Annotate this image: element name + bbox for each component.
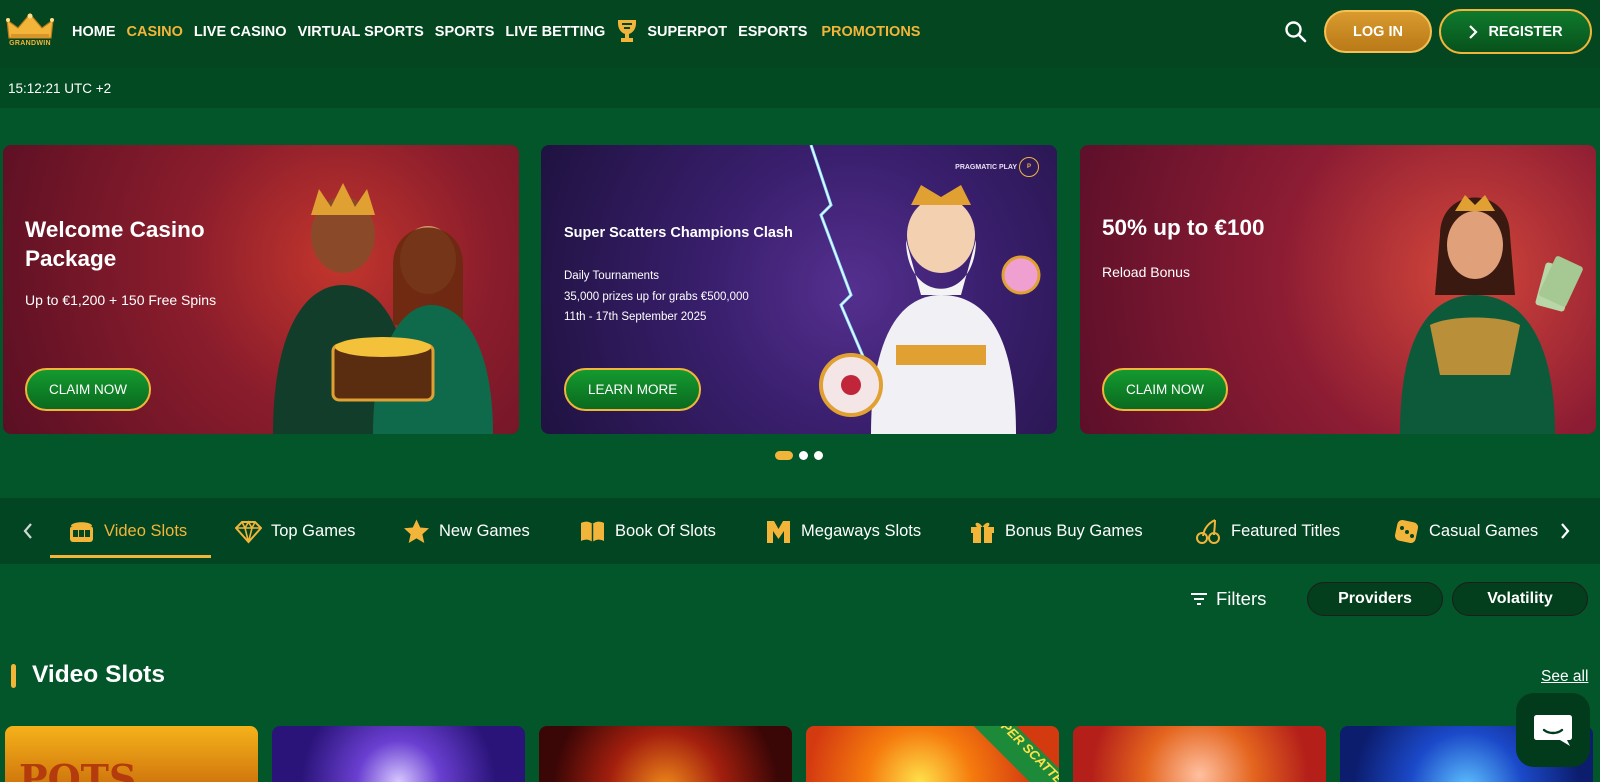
- nav-superpot[interactable]: SUPERPOT: [616, 18, 727, 46]
- see-all-link[interactable]: See all: [1541, 668, 1588, 686]
- nav-sports[interactable]: SPORTS: [435, 24, 495, 40]
- chevron-right-icon: [1469, 24, 1478, 39]
- megaways-icon: [767, 520, 790, 543]
- nav-promotions[interactable]: PROMOTIONS: [821, 24, 920, 40]
- provider-icon: P: [1019, 157, 1039, 177]
- promo-banner-tournament[interactable]: PRAGMATIC PLAY P Super Scatters Champion…: [541, 145, 1057, 434]
- game-tile[interactable]: SUPER SCATTER: [806, 726, 1059, 782]
- dice-icon: [1394, 519, 1419, 543]
- category-label: Book Of Slots: [615, 521, 716, 540]
- carousel-dots: [775, 451, 823, 460]
- category-label: Featured Titles: [1231, 521, 1341, 540]
- filters-label: Filters: [1216, 588, 1267, 609]
- nav-home[interactable]: HOME: [72, 24, 116, 40]
- nav-esports[interactable]: ESPORTS: [738, 24, 807, 40]
- login-button[interactable]: LOG IN: [1324, 10, 1432, 53]
- banner-line: 35,000 prizes up for grabs €500,000: [564, 290, 749, 303]
- promo-banner-welcome[interactable]: Welcome Casino Package Up to €1,200 + 15…: [3, 145, 519, 434]
- chevron-left-icon[interactable]: [20, 520, 36, 542]
- category-label: Video Slots: [104, 521, 188, 540]
- nav-superpot-label: SUPERPOT: [647, 24, 728, 40]
- main-nav: HOME CASINO LIVE CASINO VIRTUAL SPORTS S…: [72, 0, 931, 64]
- star-icon: [404, 519, 429, 543]
- game-tile[interactable]: [539, 726, 792, 782]
- carousel-dot-3[interactable]: [814, 451, 823, 460]
- diamond-icon: [235, 519, 262, 544]
- time-bar: [0, 68, 1600, 108]
- category-label: New Games: [439, 521, 530, 540]
- providers-button[interactable]: Providers: [1307, 582, 1443, 616]
- banner-title: 50% up to €100: [1102, 215, 1265, 240]
- filters-toggle[interactable]: Filters: [1191, 588, 1266, 610]
- active-category-indicator: [50, 555, 211, 558]
- cherries-icon: [1196, 518, 1220, 544]
- volatility-button[interactable]: Volatility: [1452, 582, 1588, 616]
- super-scatter-ribbon: SUPER SCATTER: [967, 726, 1059, 782]
- category-bonus-buy-games[interactable]: Bonus Buy Games: [969, 516, 1143, 546]
- nav-casino[interactable]: CASINO: [127, 24, 183, 40]
- category-casual-games[interactable]: Casual Games: [1393, 516, 1538, 546]
- carousel-dot-2[interactable]: [799, 451, 808, 460]
- chat-bubble-icon: [1534, 715, 1572, 746]
- section-title: Video Slots: [32, 661, 165, 688]
- search-icon[interactable]: [1283, 19, 1309, 45]
- game-tile[interactable]: POTS: [5, 726, 258, 782]
- book-icon: [581, 521, 604, 542]
- game-title-art: POTS: [19, 756, 137, 782]
- slot-machine-icon: [70, 521, 93, 542]
- provider-logo: PRAGMATIC PLAY P: [955, 157, 1039, 177]
- nav-live-casino[interactable]: LIVE CASINO: [194, 24, 287, 40]
- carousel-dot-1[interactable]: [775, 451, 793, 460]
- nav-virtual-sports[interactable]: VIRTUAL SPORTS: [298, 24, 424, 40]
- category-label: Top Games: [271, 521, 356, 540]
- banner-subtitle: Up to €1,200 + 150 Free Spins: [25, 292, 217, 308]
- section-accent-bar: [11, 664, 16, 688]
- provider-name: PRAGMATIC PLAY: [955, 163, 1017, 171]
- live-chat-button[interactable]: [1516, 693, 1590, 767]
- logo-text: GRANDWIN: [9, 40, 51, 47]
- learn-more-button[interactable]: LEARN MORE: [564, 368, 702, 411]
- trophy-icon: [618, 20, 637, 42]
- queen-illustration: [1400, 195, 1583, 434]
- nav-live-betting[interactable]: LIVE BETTING: [505, 24, 605, 40]
- category-new-games[interactable]: New Games: [403, 516, 530, 546]
- category-video-slots[interactable]: Video Slots: [68, 516, 187, 546]
- banner-line: Daily Tournaments: [564, 270, 660, 282]
- register-label: REGISTER: [1488, 23, 1563, 40]
- claim-now-button[interactable]: CLAIM NOW: [25, 368, 152, 411]
- gift-icon: [971, 522, 994, 543]
- banner-line: 11th - 17th September 2025: [564, 311, 707, 323]
- category-featured-titles[interactable]: Featured Titles: [1195, 516, 1340, 546]
- couple-illustration: [273, 183, 493, 434]
- category-label: Casual Games: [1429, 521, 1539, 540]
- game-tile[interactable]: [272, 726, 525, 782]
- zeus-illustration: [809, 145, 1041, 434]
- register-button[interactable]: REGISTER: [1439, 9, 1592, 54]
- category-label: Bonus Buy Games: [1005, 521, 1143, 540]
- filter-icon: [1191, 593, 1207, 605]
- claim-now-button[interactable]: CLAIM NOW: [1102, 368, 1229, 411]
- category-megaways-slots[interactable]: Megaways Slots: [765, 516, 921, 546]
- promo-banner-reload[interactable]: 50% up to €100 Reload Bonus CLAIM NOW: [1080, 145, 1596, 434]
- chevron-right-icon[interactable]: [1557, 520, 1573, 542]
- banner-title: Welcome Casino Package: [25, 217, 205, 271]
- banner-details: Daily Tournaments 35,000 prizes up for g…: [564, 266, 749, 328]
- crown-icon: [6, 13, 54, 39]
- banner-title: Super Scatters Champions Clash: [564, 225, 793, 241]
- banner-subtitle: Reload Bonus: [1102, 264, 1190, 280]
- clock: 15:12:21 UTC +2: [8, 81, 112, 96]
- category-book-of-slots[interactable]: Book Of Slots: [579, 516, 716, 546]
- grandwin-logo[interactable]: GRANDWIN: [4, 12, 56, 52]
- category-label: Megaways Slots: [801, 521, 922, 540]
- category-top-games[interactable]: Top Games: [235, 516, 355, 546]
- game-tile[interactable]: [1073, 726, 1326, 782]
